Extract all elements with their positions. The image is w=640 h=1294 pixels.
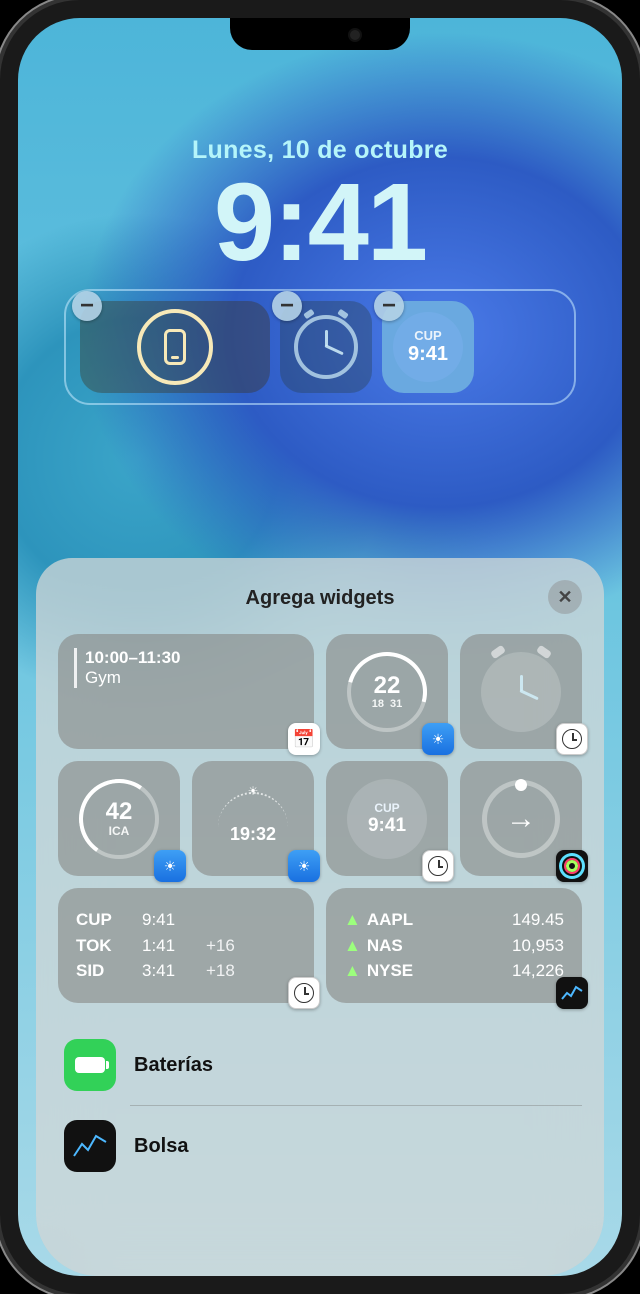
stock-symbol: AAPL bbox=[367, 910, 413, 929]
clock-app-icon bbox=[288, 977, 320, 1009]
clock-app-icon bbox=[556, 723, 588, 755]
stocks-app-icon bbox=[64, 1120, 116, 1172]
close-button[interactable]: ✕ bbox=[548, 580, 582, 614]
lock-time[interactable]: 9:41 bbox=[18, 165, 622, 281]
calendar-widget-tile[interactable]: 10:00–11:30 Gym 📅 bbox=[58, 634, 314, 749]
lock-widget-2[interactable]: − bbox=[280, 301, 372, 393]
city-clock-time: 9:41 bbox=[368, 815, 406, 837]
activity-ring-icon: → bbox=[482, 780, 560, 858]
stock-row: ▲ AAPL 149.45 bbox=[344, 907, 564, 933]
arrow-right-icon: → bbox=[506, 802, 536, 836]
world-clock-widget-tile[interactable]: CUP 9:41 TOK 1:41 +16 SID 3:41 +18 bbox=[58, 888, 314, 1003]
remove-widget-button[interactable]: − bbox=[272, 291, 302, 321]
wc-time: 9:41 bbox=[142, 907, 192, 933]
stock-dir-icon: ▲ bbox=[344, 910, 361, 929]
stock-row: ▲ NAS 10,953 bbox=[344, 933, 564, 959]
fitness-app-icon bbox=[556, 850, 588, 882]
city-clock-label: CUP bbox=[374, 801, 399, 815]
close-icon: ✕ bbox=[557, 587, 572, 608]
city-clock-label: CUP bbox=[414, 328, 441, 343]
battery-ring-icon bbox=[137, 309, 213, 385]
alarm-clock-icon bbox=[481, 652, 561, 732]
event-time: 10:00–11:30 bbox=[85, 648, 180, 668]
app-row-stocks[interactable]: Bolsa bbox=[58, 1106, 582, 1186]
battery-widget[interactable] bbox=[80, 301, 270, 393]
aqi-widget-tile[interactable]: 42 ICA ☀ bbox=[58, 761, 180, 876]
sunrise-arc-icon bbox=[218, 792, 288, 828]
city-clock-widget-tile[interactable]: CUP 9:41 bbox=[326, 761, 448, 876]
world-clock-row: SID 3:41 +18 bbox=[76, 958, 296, 984]
temperature-gauge-icon: 22 18 31 bbox=[347, 652, 427, 732]
notch bbox=[230, 18, 410, 50]
wc-city: CUP bbox=[76, 907, 128, 933]
world-clock-row: CUP 9:41 bbox=[76, 907, 296, 933]
wc-time: 1:41 bbox=[142, 933, 192, 959]
stock-value: 149.45 bbox=[512, 907, 564, 933]
wc-offset: +18 bbox=[206, 958, 235, 984]
stock-row: ▲NYSE 14,226 bbox=[344, 958, 564, 984]
panel-title: Agrega widgets bbox=[246, 587, 395, 610]
app-row-batteries[interactable]: Baterías bbox=[58, 1025, 582, 1105]
suggestions-grid: 10:00–11:30 Gym 📅 22 18 31 ☀ bbox=[58, 634, 582, 1003]
weather-app-icon: ☀ bbox=[154, 850, 186, 882]
stocks-widget-tile[interactable]: ▲AAPL 149.45 ▲NAS 10,953 ▲NYSE 14,226 bbox=[326, 888, 582, 1003]
lock-screen-header: Lunes, 10 de octubre 9:41 bbox=[18, 18, 622, 281]
city-clock-time: 9:41 bbox=[408, 343, 448, 366]
wc-offset: +16 bbox=[206, 933, 235, 959]
lock-widget-bar[interactable]: − − − CUP bbox=[64, 289, 576, 405]
wc-city: TOK bbox=[76, 933, 128, 959]
app-name-label: Baterías bbox=[134, 1054, 213, 1077]
battery-app-icon bbox=[64, 1039, 116, 1091]
stock-dir-icon: ▲ bbox=[344, 961, 361, 980]
widget-picker-panel: Agrega widgets ✕ 10:00–11:30 Gym 📅 bbox=[36, 558, 604, 1276]
stock-symbol: NAS bbox=[367, 936, 403, 955]
weather-temp-widget-tile[interactable]: 22 18 31 ☀ bbox=[326, 634, 448, 749]
remove-widget-button[interactable]: − bbox=[72, 291, 102, 321]
temperature-lo: 18 bbox=[372, 698, 384, 710]
lock-widget-1[interactable]: − bbox=[80, 301, 270, 393]
app-name-label: Bolsa bbox=[134, 1135, 188, 1158]
wc-city: SID bbox=[76, 958, 128, 984]
alarm-widget-tile[interactable] bbox=[460, 634, 582, 749]
app-list: Baterías Bolsa bbox=[58, 1025, 582, 1186]
stock-value: 10,953 bbox=[512, 933, 564, 959]
sunrise-widget-tile[interactable]: 19:32 ☀ bbox=[192, 761, 314, 876]
calendar-app-icon: 📅 bbox=[288, 723, 320, 755]
fitness-widget-tile[interactable]: → bbox=[460, 761, 582, 876]
temperature-hi: 31 bbox=[390, 698, 402, 710]
lock-widget-3[interactable]: − CUP 9:41 bbox=[382, 301, 474, 393]
world-clock-row: TOK 1:41 +16 bbox=[76, 933, 296, 959]
stocks-app-icon bbox=[556, 977, 588, 1009]
phone-icon bbox=[164, 329, 186, 365]
screen: Lunes, 10 de octubre 9:41 − − bbox=[18, 18, 622, 1276]
weather-app-icon: ☀ bbox=[422, 723, 454, 755]
phone-frame: Lunes, 10 de octubre 9:41 − − bbox=[0, 0, 640, 1294]
clock-app-icon bbox=[422, 850, 454, 882]
remove-widget-button[interactable]: − bbox=[374, 291, 404, 321]
weather-app-icon: ☀ bbox=[288, 850, 320, 882]
stock-symbol: NYSE bbox=[367, 961, 413, 980]
event-name: Gym bbox=[85, 668, 180, 688]
wc-time: 3:41 bbox=[142, 958, 192, 984]
alarm-clock-icon bbox=[294, 315, 358, 379]
aqi-gauge-icon: 42 ICA bbox=[79, 779, 159, 859]
stock-dir-icon: ▲ bbox=[344, 936, 361, 955]
aqi-label: ICA bbox=[109, 824, 130, 838]
